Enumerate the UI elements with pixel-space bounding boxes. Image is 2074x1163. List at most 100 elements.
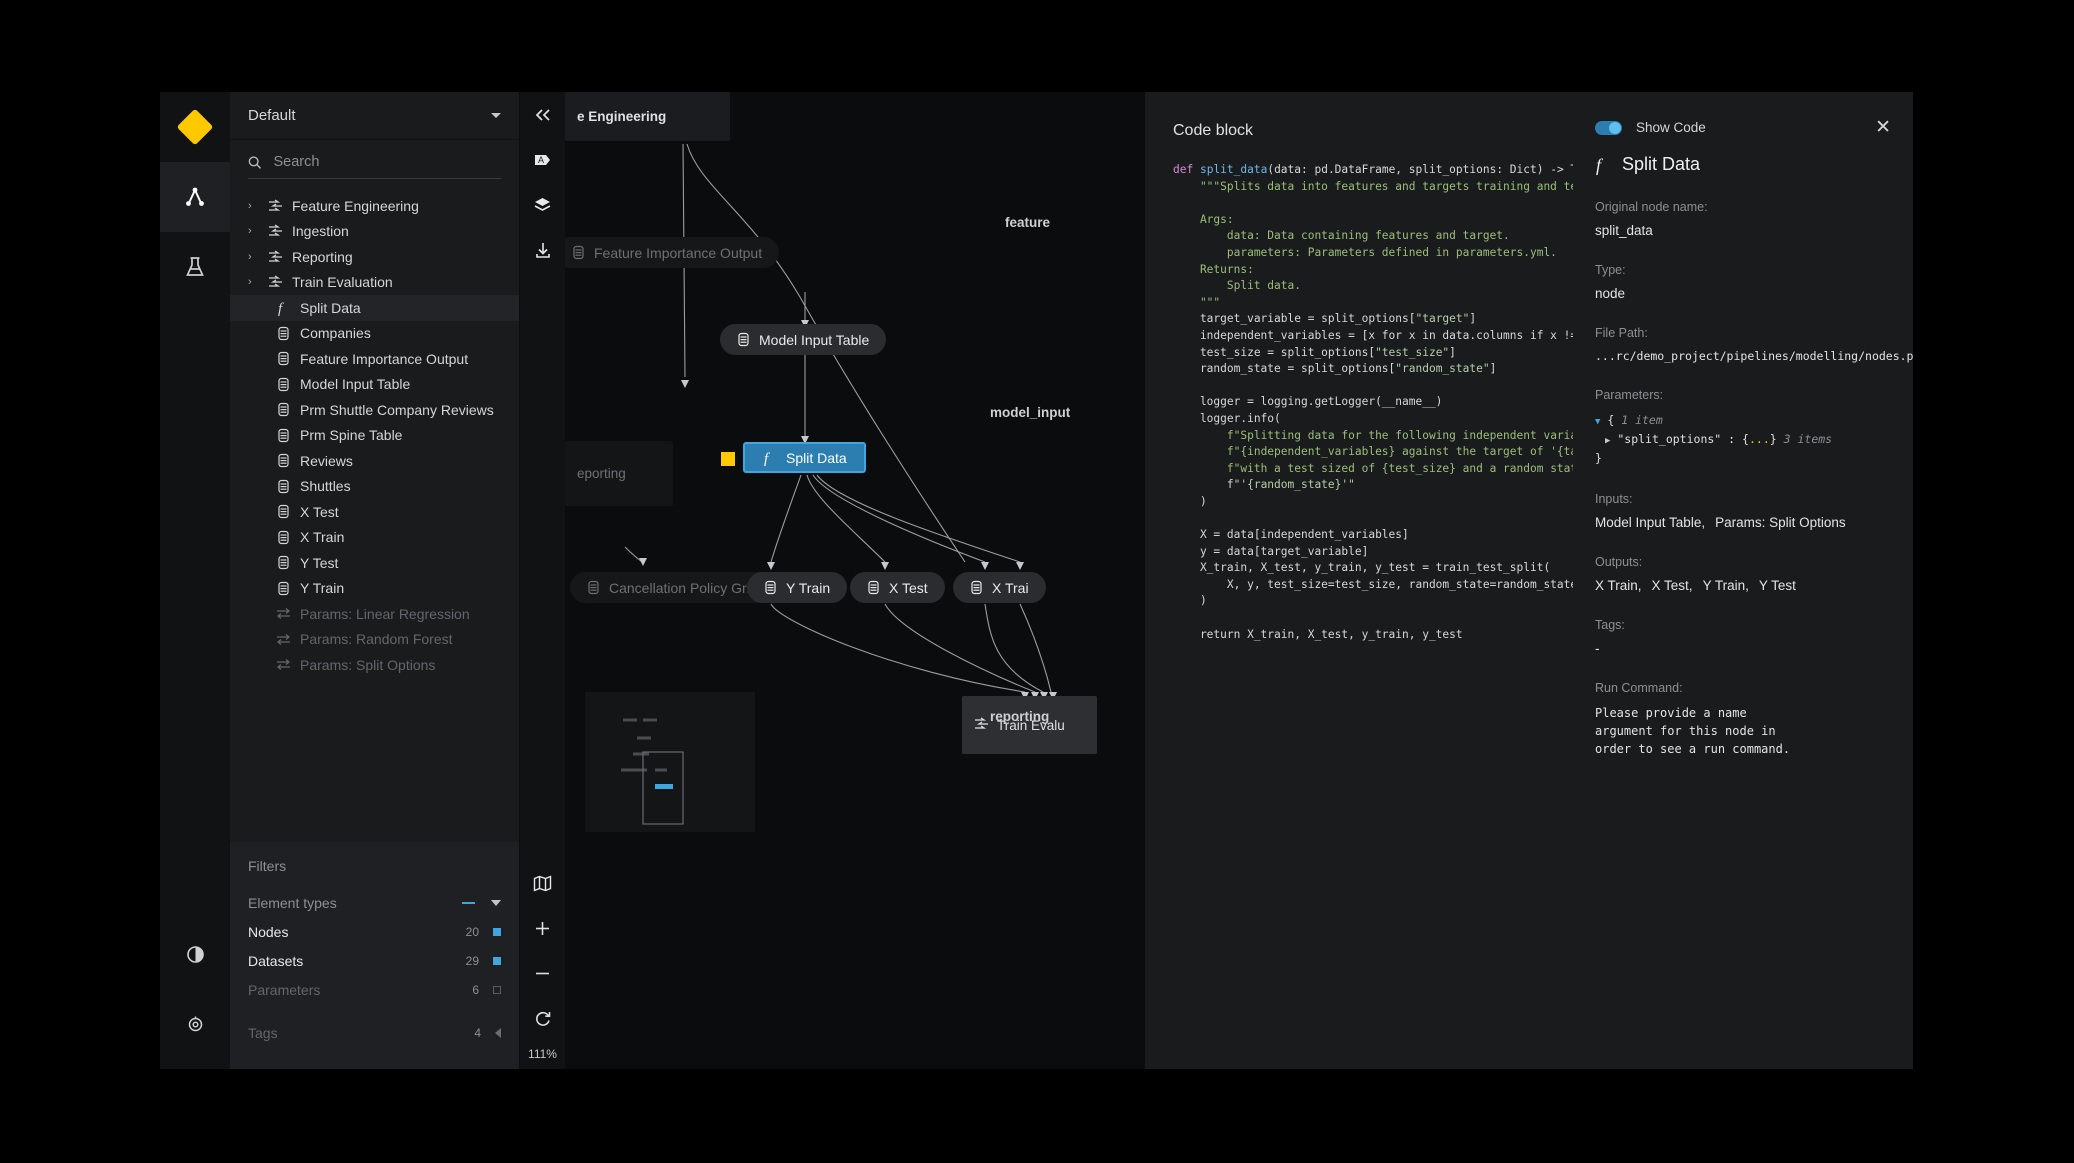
node-list-item[interactable]: Shuttles	[230, 474, 519, 500]
parameters-icon	[275, 658, 291, 671]
metadata-header: Show Code ✕	[1595, 118, 1891, 137]
flowchart-node[interactable]: X Test	[850, 572, 945, 603]
json-value-close-brace: }	[1770, 432, 1777, 446]
function-icon: f	[275, 300, 291, 316]
node-list-item[interactable]: ›Train Evaluation	[230, 270, 519, 296]
theme-toggle-button[interactable]	[160, 919, 230, 989]
filter-row-checkbox[interactable]	[493, 957, 501, 965]
node-list-item[interactable]: ›Reporting	[230, 244, 519, 270]
chevron-right-icon[interactable]: ›	[248, 200, 258, 212]
node-tag-indicator[interactable]	[721, 452, 735, 466]
outputs-label: Outputs:	[1595, 555, 1891, 569]
minimap-preview-graph	[585, 692, 755, 832]
zoom-in-button[interactable]	[520, 906, 565, 951]
metadata-list-item: Y Train,	[1703, 578, 1749, 593]
partial-check-icon[interactable]	[462, 902, 475, 904]
node-list-item[interactable]: Prm Shuttle Company Reviews	[230, 397, 519, 423]
export-button[interactable]	[520, 227, 565, 272]
flowchart-group-box[interactable]: Train Evalu	[962, 696, 1097, 754]
flowchart-group-box[interactable]: eporting	[565, 441, 673, 506]
json-root-line[interactable]: ▼ { 1 item	[1595, 412, 1891, 431]
node-list-item[interactable]: Feature Importance Output	[230, 346, 519, 372]
flowchart-node[interactable]: Cancellation Policy Grid	[570, 572, 775, 603]
json-value-open-brace: {	[1742, 432, 1749, 446]
sidebar-item-flowchart[interactable]	[160, 162, 230, 232]
zoom-out-button[interactable]	[520, 951, 565, 996]
expand-arrow-down-icon[interactable]: ▼	[1595, 417, 1600, 427]
node-list-item[interactable]: ›Ingestion	[230, 219, 519, 245]
minimap-preview[interactable]	[585, 692, 755, 832]
node-list-item[interactable]: X Test	[230, 499, 519, 525]
sidebar-item-experiment-tracking[interactable]	[160, 232, 230, 302]
node-list-item[interactable]: Reviews	[230, 448, 519, 474]
node-list-item[interactable]: ›Feature Engineering	[230, 193, 519, 219]
node-list-item[interactable]: fSplit Data	[230, 295, 519, 321]
flowchart-node[interactable]: Y Train	[747, 572, 847, 603]
pipeline-icon	[974, 717, 989, 731]
dataset-icon	[277, 555, 290, 570]
tags-value: -	[1595, 641, 1891, 656]
node-list-item[interactable]: Params: Random Forest	[230, 627, 519, 653]
minimap-toggle-button[interactable]	[520, 861, 565, 906]
node-list-item[interactable]: Params: Split Options	[230, 652, 519, 678]
expand-arrow-right-icon[interactable]: ▶	[1605, 436, 1610, 446]
layers-toggle-button[interactable]	[520, 182, 565, 227]
flowchart-node[interactable]: fSplit Data	[743, 442, 866, 473]
close-icon[interactable]: ✕	[1875, 118, 1891, 137]
node-list-item-label: Prm Shuttle Company Reviews	[300, 402, 494, 418]
show-code-toggle[interactable]	[1595, 121, 1622, 135]
node-list-item[interactable]: Prm Spine Table	[230, 423, 519, 449]
node-list-item[interactable]: Model Input Table	[230, 372, 519, 398]
chevron-left-icon[interactable]	[495, 1028, 501, 1038]
flowchart-layer-label: reporting	[990, 709, 1049, 724]
collapse-sidebar-icon	[534, 108, 552, 122]
json-child-line[interactable]: ▶ "split_options" : {...} 3 items	[1595, 431, 1891, 450]
filters-title: Filters	[248, 858, 501, 874]
dataset-icon	[587, 580, 600, 595]
node-list-item[interactable]: Y Train	[230, 576, 519, 602]
flowchart-node[interactable]: Feature Importance Output	[555, 237, 779, 268]
flowchart-area[interactable]: A	[520, 92, 1913, 1069]
chevron-down-icon[interactable]	[491, 900, 501, 906]
parameters-json-viewer[interactable]: ▼ { 1 item ▶ "split_options" : {...} 3 i…	[1595, 412, 1891, 467]
search-input[interactable]	[273, 154, 501, 170]
flowchart-node[interactable]: Model Input Table	[720, 324, 886, 355]
labels-toggle-button[interactable]: A	[520, 137, 565, 182]
node-list-item[interactable]: Params: Linear Regression	[230, 601, 519, 627]
filter-group-tags[interactable]: Tags 4	[248, 1018, 501, 1047]
search-row	[248, 154, 501, 179]
flowchart-group-box[interactable]: e Engineering	[565, 92, 730, 141]
reset-zoom-button[interactable]	[520, 996, 565, 1041]
chevron-right-icon[interactable]: ›	[248, 225, 258, 237]
flowchart-node[interactable]: X Trai	[953, 572, 1046, 603]
chevron-right-icon[interactable]: ›	[248, 276, 258, 288]
dataset-icon	[970, 580, 983, 595]
filter-row-checkbox[interactable]	[493, 928, 501, 936]
function-icon: f	[762, 450, 777, 466]
dataset-icon	[277, 326, 290, 341]
filter-row-nodes[interactable]: Nodes20	[248, 917, 501, 946]
run-command-value: Please provide a name argument for this …	[1595, 704, 1810, 758]
zoom-in-icon	[534, 920, 551, 937]
minimap-icon	[533, 875, 552, 892]
settings-gear-icon	[186, 1015, 205, 1034]
file-path-label: File Path:	[1595, 326, 1891, 340]
pipeline-icon	[267, 199, 283, 213]
collapse-sidebar-button[interactable]	[520, 92, 565, 137]
node-list[interactable]: ›Feature Engineering›Ingestion›Reporting…	[230, 179, 519, 842]
parameters-icon	[276, 658, 291, 671]
search-section	[230, 140, 519, 179]
file-path-value: ...rc/demo_project/pipelines/modelling/n…	[1595, 349, 1891, 363]
node-list-item[interactable]: Y Test	[230, 550, 519, 576]
chevron-right-icon[interactable]: ›	[248, 251, 258, 263]
node-list-item[interactable]: X Train	[230, 525, 519, 551]
filter-group-element-types[interactable]: Element types	[248, 888, 501, 917]
filter-row-datasets[interactable]: Datasets29	[248, 946, 501, 975]
node-list-item[interactable]: Companies	[230, 321, 519, 347]
filter-row-checkbox[interactable]	[493, 986, 501, 994]
pipeline-selector[interactable]: Default	[230, 92, 519, 140]
filter-row-label: Datasets	[248, 953, 466, 969]
experiment-flask-icon	[185, 256, 205, 278]
settings-button[interactable]	[160, 989, 230, 1059]
filter-row-parameters[interactable]: Parameters6	[248, 975, 501, 1004]
